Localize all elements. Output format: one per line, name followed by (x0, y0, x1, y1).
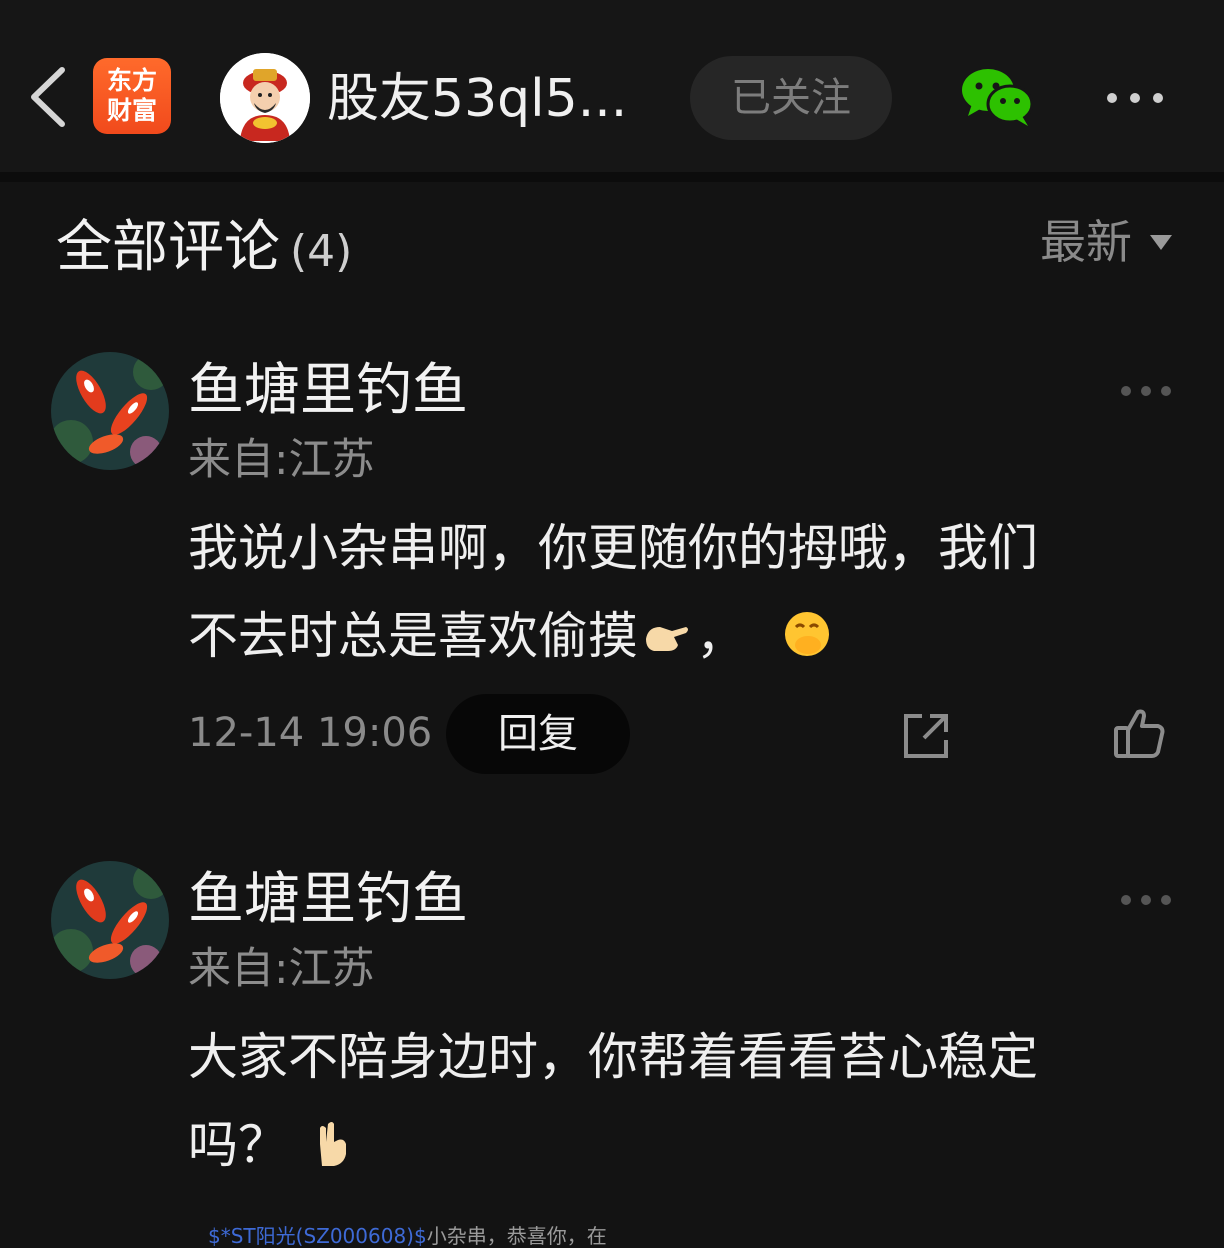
back-arrow-icon[interactable] (26, 64, 70, 130)
reply-button[interactable]: 回复 (446, 694, 630, 774)
comment-text-line2: 吗？ (188, 1116, 288, 1174)
commenter-name[interactable]: 鱼塘里钓鱼 (188, 356, 468, 426)
commenter-location: 来自:江苏 (188, 435, 375, 485)
comments-count: (4) (290, 226, 353, 277)
comments-title: 全部评论 (56, 215, 280, 280)
commenter-location: 来自:江苏 (188, 944, 375, 994)
commenter-avatar[interactable] (51, 352, 169, 470)
app-logo-line2: 财富 (106, 96, 157, 125)
sort-dropdown[interactable]: 最新 (1040, 212, 1172, 272)
comment-text-line2-wrap: 吗？ (188, 1101, 1178, 1189)
comments-section-title: 全部评论 (4) (56, 212, 352, 284)
koi-fish-avatar-icon (51, 861, 169, 979)
sort-label: 最新 (1040, 215, 1132, 269)
divider (0, 172, 1224, 182)
hand-over-mouth-emoji-icon (784, 612, 829, 656)
app-logo-line1: 东方 (106, 66, 157, 95)
follow-button[interactable]: 已关注 (690, 56, 892, 140)
comment-text-line2: 不去时总是喜欢偷摸 (188, 607, 638, 665)
comment-text-line2-wrap: 不去时总是喜欢偷摸 ， (188, 592, 1178, 680)
stock-link[interactable]: $*ST阳光(SZ000608)$ (208, 1224, 427, 1248)
quoted-post-preview[interactable]: $*ST阳光(SZ000608)$小杂串，恭喜你，在 (208, 1224, 607, 1248)
comment-more-icon[interactable] (1118, 382, 1174, 400)
pointing-hand-emoji-icon (646, 627, 688, 651)
comment-text: 大家不陪身边时，你帮着看看苔心稳定 吗？ (188, 1013, 1178, 1189)
comment-more-icon[interactable] (1118, 891, 1174, 909)
quoted-post-text: 小杂串，恭喜你，在 (426, 1224, 607, 1248)
commenter-avatar[interactable] (51, 861, 169, 979)
more-options-icon[interactable] (1100, 86, 1170, 110)
commenter-name[interactable]: 鱼塘里钓鱼 (188, 865, 468, 935)
thumbs-up-icon[interactable] (1112, 706, 1166, 760)
top-bar: 东方 财富 股友53ql5... 已关注 (0, 0, 1224, 172)
comment-item: 鱼塘里钓鱼 来自:江苏 大家不陪身边时，你帮着看看苔心稳定 吗？ (0, 861, 1224, 1201)
comment-text-line1: 我说小杂串啊，你更随你的拇哦，我们 (188, 519, 1038, 577)
comment-timestamp: 12-14 19:06 (188, 710, 433, 756)
comment-text-line1: 大家不陪身边时，你帮着看看苔心稳定 (188, 1028, 1038, 1086)
user-avatar[interactable] (220, 53, 310, 143)
app-logo[interactable]: 东方 财富 (93, 58, 171, 134)
hand-sign-emoji-icon (319, 1122, 346, 1166)
user-name[interactable]: 股友53ql5... (327, 64, 627, 134)
wechat-share-icon[interactable] (960, 66, 1036, 128)
comment-text-line2-after: ， (696, 607, 746, 665)
koi-fish-avatar-icon (51, 352, 169, 470)
fortune-god-avatar-icon (220, 53, 310, 143)
caret-down-icon (1150, 235, 1172, 250)
comment-text: 我说小杂串啊，你更随你的拇哦，我们 不去时总是喜欢偷摸 ， (188, 504, 1178, 680)
share-icon[interactable] (900, 710, 952, 762)
comment-item: 鱼塘里钓鱼 来自:江苏 我说小杂串啊，你更随你的拇哦，我们 不去时总是喜欢偷摸 … (0, 352, 1224, 792)
